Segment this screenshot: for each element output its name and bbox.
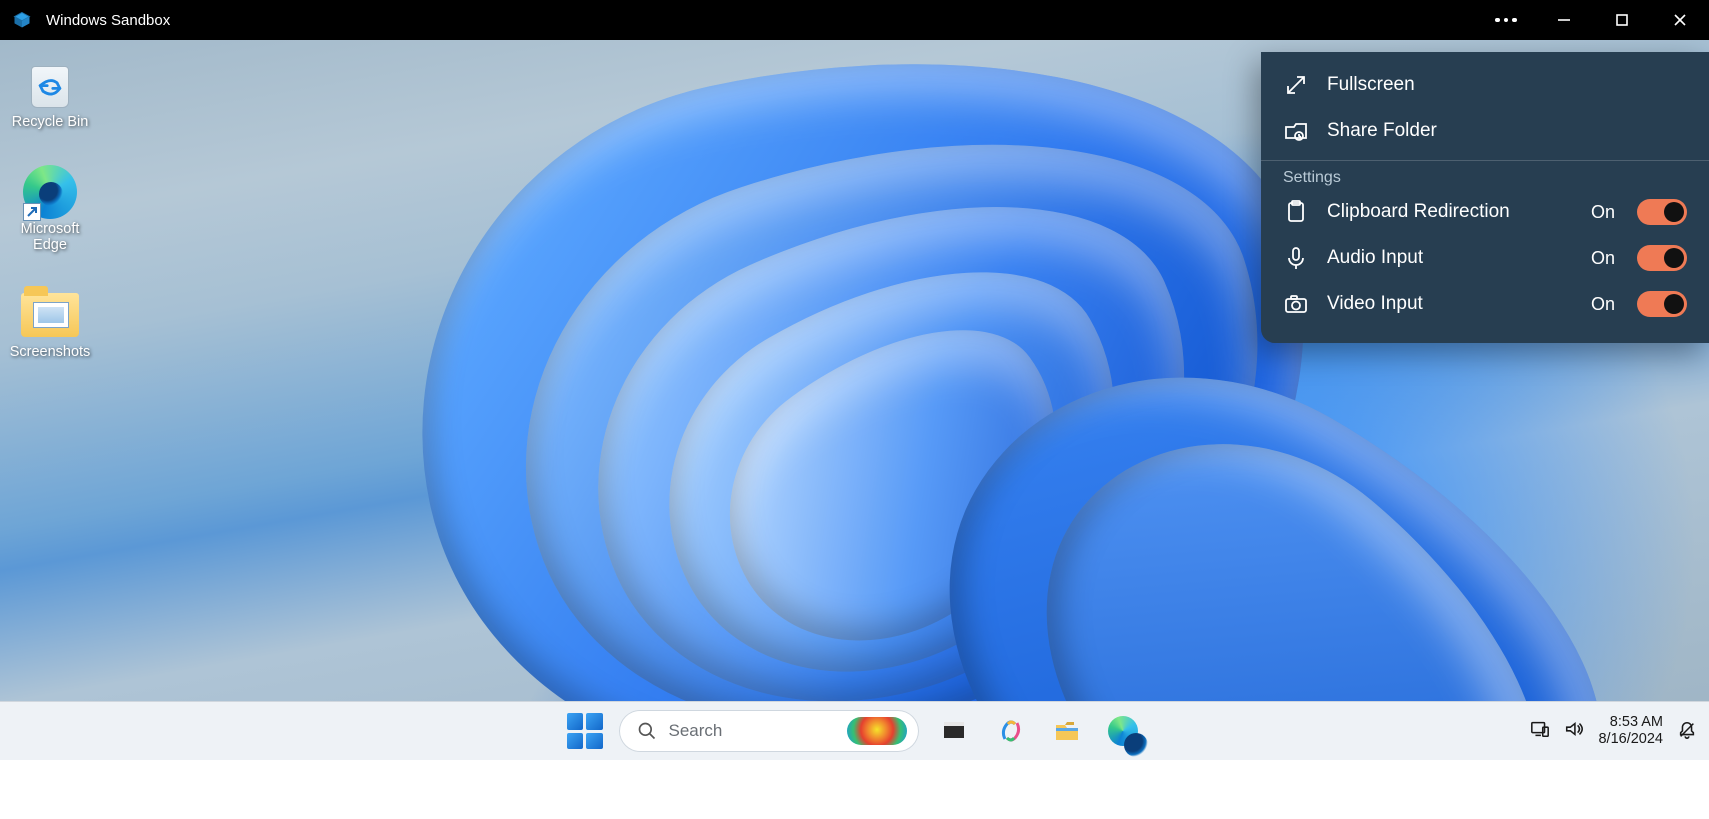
search-highlight-icon (847, 717, 907, 745)
setting-label: Video Input (1327, 293, 1573, 315)
task-view-icon (941, 717, 969, 745)
desktop-icon-label: Microsoft Edge (21, 221, 80, 254)
search-icon (637, 721, 657, 741)
setting-state: On (1591, 248, 1615, 269)
desktop-icon-screenshots[interactable]: Screenshots (6, 288, 94, 361)
fullscreen-icon (1283, 72, 1309, 98)
titlebar-more-button[interactable] (1477, 0, 1535, 40)
desktop-icon-microsoft-edge[interactable]: Microsoft Edge (6, 165, 94, 254)
folder-icon (21, 288, 79, 342)
setting-state: On (1591, 294, 1615, 315)
desktop-icon-recycle-bin[interactable]: Recycle Bin (6, 58, 94, 131)
setting-video-toggle[interactable] (1637, 291, 1687, 317)
tray-volume-icon[interactable] (1564, 719, 1584, 744)
setting-audio-toggle[interactable] (1637, 245, 1687, 271)
edge-icon (21, 165, 79, 219)
panel-fullscreen[interactable]: Fullscreen (1261, 62, 1709, 108)
tray-time: 8:53 AM (1598, 714, 1663, 731)
maximize-icon (1615, 13, 1629, 27)
panel-share-folder-label: Share Folder (1327, 120, 1687, 142)
setting-audio-input: Audio Input On (1261, 235, 1709, 281)
sandbox-options-panel: Fullscreen Share Folder Settings Clipboa… (1261, 52, 1709, 343)
tray-date: 8/16/2024 (1598, 731, 1663, 748)
window-titlebar: Windows Sandbox (0, 0, 1709, 40)
minimize-icon (1557, 13, 1571, 27)
taskbar: Search (0, 701, 1709, 760)
search-placeholder: Search (669, 721, 835, 741)
panel-fullscreen-label: Fullscreen (1327, 74, 1687, 96)
setting-clipboard-toggle[interactable] (1637, 199, 1687, 225)
edge-icon (1108, 716, 1138, 746)
taskbar-search[interactable]: Search (619, 710, 919, 752)
taskbar-edge[interactable] (1103, 711, 1143, 751)
titlebar-close-button[interactable] (1651, 0, 1709, 40)
panel-divider (1261, 160, 1709, 161)
setting-clipboard-redirection: Clipboard Redirection On (1261, 189, 1709, 235)
close-icon (1673, 13, 1687, 27)
setting-label: Audio Input (1327, 247, 1573, 269)
titlebar-minimize-button[interactable] (1535, 0, 1593, 40)
tray-display-icon[interactable] (1530, 719, 1550, 744)
desktop-icon-label: Recycle Bin (12, 114, 89, 131)
recycle-bin-icon (21, 58, 79, 112)
panel-settings-header: Settings (1261, 165, 1709, 189)
setting-video-input: Video Input On (1261, 281, 1709, 327)
start-button[interactable] (567, 713, 603, 749)
file-explorer-icon (1053, 717, 1081, 745)
microphone-icon (1283, 245, 1309, 271)
shortcut-arrow-icon (23, 203, 41, 221)
titlebar-maximize-button[interactable] (1593, 0, 1651, 40)
setting-label: Clipboard Redirection (1327, 201, 1573, 223)
desktop-icons-column: Recycle Bin Microsoft Edge Screenshots (6, 58, 96, 395)
setting-state: On (1591, 202, 1615, 223)
tray-clock[interactable]: 8:53 AM 8/16/2024 (1598, 714, 1663, 749)
taskbar-task-view[interactable] (935, 711, 975, 751)
system-tray: 8:53 AM 8/16/2024 (1530, 714, 1699, 749)
camera-icon (1283, 291, 1309, 317)
more-icon (1495, 18, 1517, 23)
tray-notifications[interactable] (1677, 720, 1699, 742)
sandbox-app-icon (12, 10, 32, 30)
clipboard-icon (1283, 199, 1309, 225)
panel-share-folder[interactable]: Share Folder (1261, 108, 1709, 154)
taskbar-file-explorer[interactable] (1047, 711, 1087, 751)
copilot-icon (997, 717, 1025, 745)
share-folder-icon (1283, 118, 1309, 144)
desktop-icon-label: Screenshots (10, 344, 91, 361)
window-title: Windows Sandbox (46, 12, 170, 29)
taskbar-copilot[interactable] (991, 711, 1031, 751)
